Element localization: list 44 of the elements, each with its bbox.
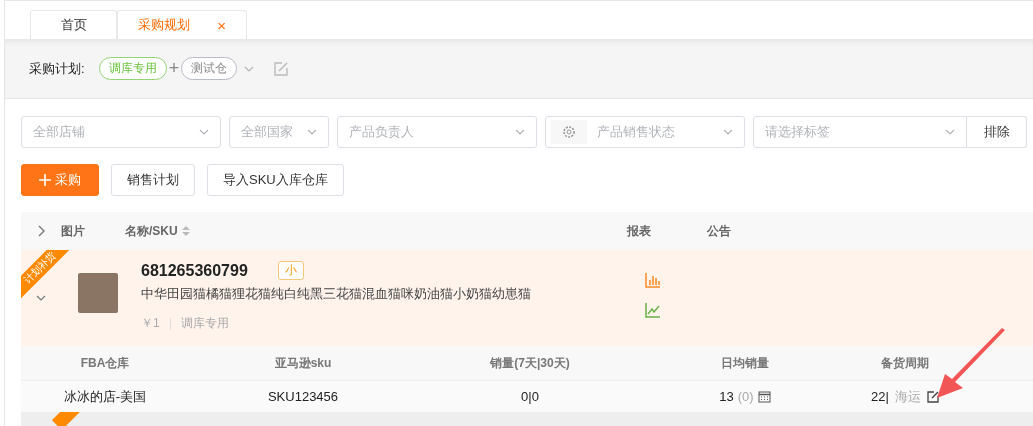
- column-header: 日均销量: [720, 354, 770, 372]
- warehouse-label: 调库专用: [180, 315, 229, 332]
- select-field[interactable]: 产品销售状态: [545, 116, 745, 148]
- edit-icon[interactable]: [926, 390, 939, 403]
- select-field[interactable]: 产品负责人: [337, 116, 537, 148]
- purchase-button[interactable]: 采购: [21, 164, 99, 196]
- chevron-right-icon[interactable]: [36, 225, 46, 237]
- size-tag: 小: [277, 261, 304, 280]
- column-header[interactable]: 名称/SKU: [125, 222, 178, 240]
- column-header: 公告: [707, 222, 731, 240]
- line-chart-icon[interactable]: [645, 302, 661, 318]
- plan-tag[interactable]: 调库专用: [98, 57, 167, 80]
- column-header: 销量(7天|30天): [489, 354, 571, 372]
- photo-placeholder: [78, 273, 118, 313]
- column-header: 报表: [627, 222, 651, 240]
- action-button[interactable]: 导入SKU入库仓库: [207, 164, 344, 196]
- plus-icon[interactable]: +: [168, 58, 180, 79]
- table-cell: 13: [719, 389, 734, 404]
- table-cell: 海运: [894, 387, 921, 406]
- column-header: 图片: [61, 222, 85, 240]
- tab[interactable]: 首页: [30, 10, 117, 39]
- plan-tag[interactable]: 测试仓: [181, 57, 238, 80]
- select-field[interactable]: 全部店铺: [21, 116, 221, 148]
- column-header: 备货周期: [880, 354, 930, 372]
- product-sku: 681265360799: [141, 261, 248, 280]
- product-name: 中华田园猫橘猫狸花猫纯白纯黑三花猫混血猫咪奶油猫小奶猫幼崽猫: [141, 285, 532, 303]
- close-icon[interactable]: ×: [217, 16, 226, 34]
- select-field[interactable]: 请选择标签: [753, 116, 967, 148]
- exclude-button[interactable]: 排除: [967, 116, 1027, 148]
- product-price: ￥1: [141, 315, 160, 332]
- column-header: FBA仓库: [79, 354, 131, 372]
- calendar-icon[interactable]: [757, 390, 771, 403]
- settings-icon: [562, 125, 576, 139]
- column-header: 亚马逊sku: [273, 354, 333, 372]
- table-cell: 22|: [871, 389, 889, 404]
- action-button[interactable]: 销售计划: [111, 164, 195, 196]
- table-cell-text: SKU123456: [266, 389, 340, 404]
- plan-label: 采购计划:: [29, 59, 85, 78]
- table-cell-text: 0|0: [520, 389, 540, 404]
- table-cell: (0): [737, 389, 754, 404]
- tab[interactable]: 采购规划 ×: [117, 10, 247, 39]
- table-cell-text: 冰冰的店-美国: [62, 387, 148, 406]
- select-field[interactable]: 全部国家: [229, 116, 329, 148]
- plus-icon: [39, 174, 51, 186]
